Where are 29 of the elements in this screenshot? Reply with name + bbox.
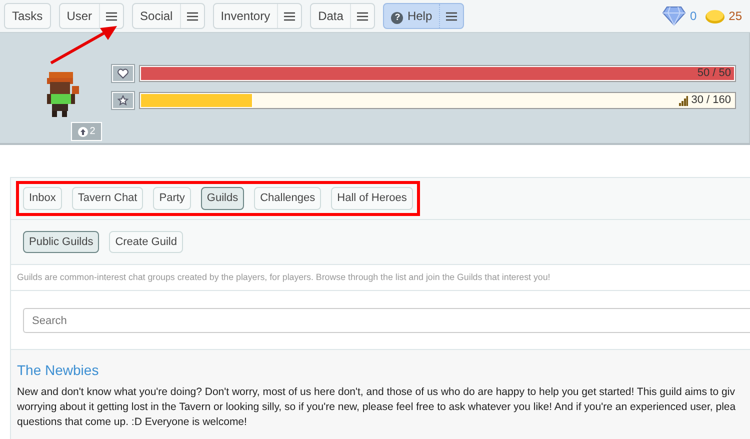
gem-icon [662,6,686,26]
tab[interactable]: Inbox [23,187,62,210]
subtab[interactable]: Create Guild [109,230,183,253]
tab[interactable]: Party [153,187,191,210]
level-count: 2 [90,125,96,139]
subtab[interactable]: Public Guilds [23,230,100,253]
arrow-up-icon [78,126,88,136]
gem-count: 0 [690,8,697,25]
search-field[interactable]: Search [23,308,750,334]
bar-reading: 30 / 160 [691,93,731,108]
tab[interactable]: Guilds [200,187,244,210]
guild-description: New and don't know what you're doing? Don't worry, most of us here don't, and those of us who do are happy to help you get started! This guild aims to giv worrying about it getting lost in the Tavern or looking silly, so if you're new, please feel free to ask whatever you like! And if you're an experienced user, plea questions that come up. :D Everyone is welcome! [17,385,736,430]
tab[interactable]: Hall of Heroes [331,187,413,210]
signal-bars-icon [679,96,688,106]
avatar-drawing [46,70,82,118]
intro-text: Guilds are common-interest chat groups created by the players, for players. Browse through the list and join the Guilds that interest you! [11,265,750,292]
annotation-arrow [48,24,120,66]
tab[interactable]: Challenges [254,187,322,210]
nav-button[interactable]: User [58,3,124,29]
help-icon: ? [391,12,404,24]
coin-count: 25 [728,8,742,25]
nav-button[interactable]: Tasks [4,3,51,29]
bar-reading: 50 / 50 [697,66,731,82]
tab[interactable]: Tavern Chat [72,187,144,210]
nav-button[interactable]: Social [132,3,205,29]
nav-button[interactable]: Data [310,3,376,29]
nav-button[interactable]: ? Help [383,3,464,29]
coin-icon [704,8,725,24]
nav-button[interactable]: Inventory [212,3,302,29]
